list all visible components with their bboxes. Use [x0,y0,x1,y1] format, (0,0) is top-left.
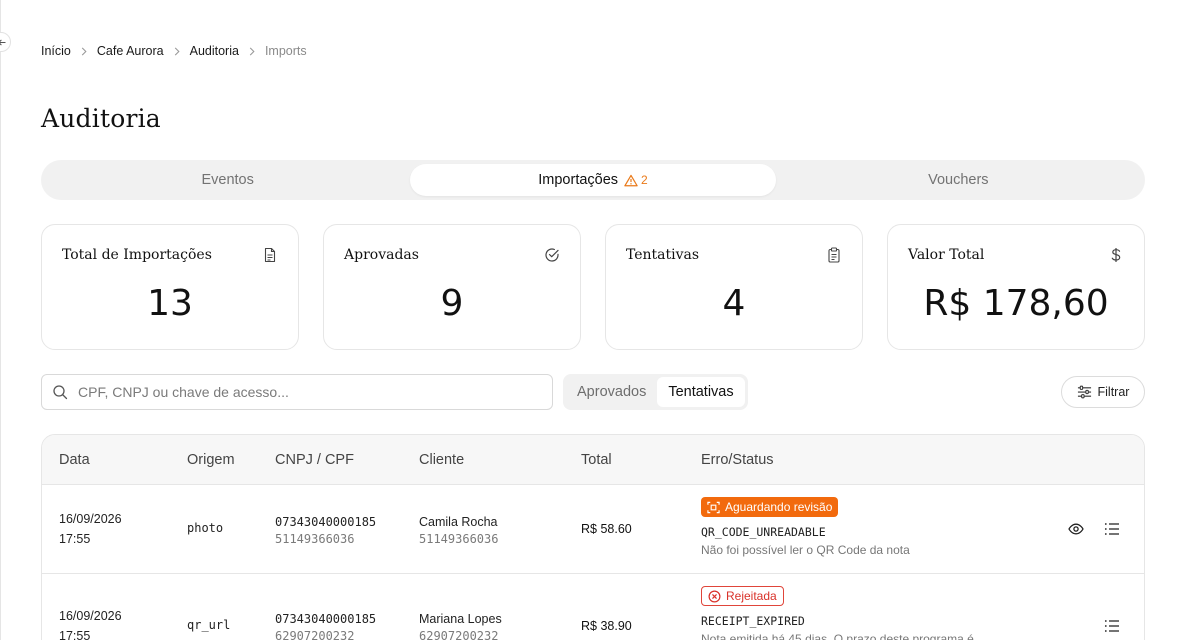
table-row[interactable]: 16/09/2026 17:55 photo 07343040000185 51… [42,485,1144,574]
column-header-client[interactable]: Cliente [419,452,464,468]
stat-label: Tentativas [626,247,700,263]
page-title: Auditoria [41,104,161,133]
tab-label: Importações [538,172,619,188]
cnpj-value: 07343040000185 [275,515,377,529]
cpf-value: 51149366036 [275,532,355,546]
status-badge-pending: Aguardando revisão [701,497,839,517]
row-date: 16/09/2026 17:55 [59,509,122,549]
chevron-right-icon [71,47,97,56]
tab-label: Eventos [201,172,254,188]
chevron-right-icon [164,47,190,56]
sliders-icon [1077,385,1091,399]
stat-label: Total de Importações [62,247,212,263]
breadcrumb-audit[interactable]: Auditoria [190,44,239,58]
segment-approved[interactable]: Aprovados [566,377,657,407]
x-circle-icon [708,590,721,602]
row-status: Rejeitada RECEIPT_EXPIRED Nota emitida h… [701,586,974,640]
view-button[interactable] [1067,520,1085,538]
client-document: 62907200232 [419,629,499,640]
sidebar-edge [0,0,1,640]
client-name: Camila Rocha [419,515,498,529]
file-text-icon [264,247,276,263]
details-button[interactable] [1103,520,1121,538]
row-document: 07343040000185 51149366036 [275,514,376,548]
error-message: Não foi possível ler o QR Code da nota [701,543,910,557]
eye-icon [1068,523,1084,535]
tab-label: Vouchers [928,172,989,188]
column-header-date[interactable]: Data [59,452,90,468]
breadcrumb-current: Imports [264,44,307,58]
row-origin: qr_url [187,618,231,632]
error-code: QR_CODE_UNREADABLE [701,525,826,539]
stat-card-attempts: Tentativas 4 [605,224,863,350]
list-icon [1104,620,1119,632]
client-name: Mariana Lopes [419,612,502,626]
row-client: Camila Rocha 51149366036 [419,514,498,548]
filter-label: Filtrar [1097,385,1130,399]
details-button[interactable] [1103,617,1121,635]
column-header-total[interactable]: Total [581,452,612,468]
row-status: Aguardando revisão QR_CODE_UNREADABLE Nã… [701,497,910,557]
cnpj-value: 07343040000185 [275,612,377,626]
row-document: 07343040000185 62907200232 [275,611,376,640]
breadcrumb: Início Cafe Aurora Auditoria Imports [41,44,307,58]
cpf-value: 62907200232 [275,629,355,640]
check-circle-icon [545,248,559,262]
breadcrumb-home[interactable]: Início [41,44,71,58]
row-date: 16/09/2026 17:55 [59,606,122,640]
column-header-origin[interactable]: Origem [187,452,235,468]
client-document: 51149366036 [419,532,499,546]
segment-attempts[interactable]: Tentativas [657,377,745,407]
search-input[interactable] [78,384,518,400]
table-row[interactable]: 16/09/2026 17:55 qr_url 07343040000185 6… [42,574,1144,640]
stat-card-approved: Aprovadas 9 [323,224,581,350]
column-header-document[interactable]: CNPJ / CPF [275,452,354,468]
tab-importacoes[interactable]: Importações 2 [410,164,776,196]
tab-vouchers[interactable]: Vouchers [776,164,1141,196]
search-box [41,374,553,410]
scan-icon [707,501,720,513]
stat-label: Aprovadas [344,247,419,263]
stat-card-total: Total de Importações 13 [41,224,299,350]
warning-badge: 2 [624,173,648,187]
stat-value: 13 [147,283,193,324]
status-badge-rejected: Rejeitada [701,586,784,606]
row-client: Mariana Lopes 62907200232 [419,611,502,640]
status-text: Aguardando revisão [725,500,833,514]
stat-label: Valor Total [908,247,985,263]
date-value: 16/09/2026 [59,512,122,526]
stat-value: R$ 178,60 [923,283,1109,324]
error-code: RECEIPT_EXPIRED [701,614,805,628]
error-message: Nota emitida há 45 dias. O prazo deste p… [701,632,974,640]
tab-eventos[interactable]: Eventos [45,164,410,196]
chevron-right-icon [239,47,265,56]
dollar-icon [1111,248,1121,262]
status-segment: Aprovados Tentativas [563,374,748,410]
time-value: 17:55 [59,532,91,546]
row-origin: photo [187,521,224,535]
breadcrumb-store[interactable]: Cafe Aurora [97,44,164,58]
stat-value: 4 [722,283,746,324]
warning-count: 2 [641,173,648,187]
column-header-status[interactable]: Erro/Status [701,452,774,468]
date-value: 16/09/2026 [59,609,122,623]
list-icon [1104,523,1119,535]
tab-bar: Eventos Importações 2 Vouchers [41,160,1145,200]
stat-card-total-value: Valor Total R$ 178,60 [887,224,1145,350]
status-text: Rejeitada [726,589,777,603]
row-total: R$ 58.60 [581,522,632,536]
arrow-left-icon [0,39,6,45]
warning-triangle-icon [624,174,638,186]
table-header: Data Origem CNPJ / CPF Cliente Total Err… [42,435,1144,485]
row-total: R$ 38.90 [581,619,632,633]
time-value: 17:55 [59,629,91,640]
stat-value: 9 [440,283,464,324]
sidebar-collapse-button[interactable] [0,32,11,52]
imports-table: Data Origem CNPJ / CPF Cliente Total Err… [41,434,1145,640]
search-icon [53,385,68,400]
clipboard-icon [828,247,840,263]
filter-button[interactable]: Filtrar [1061,376,1145,408]
